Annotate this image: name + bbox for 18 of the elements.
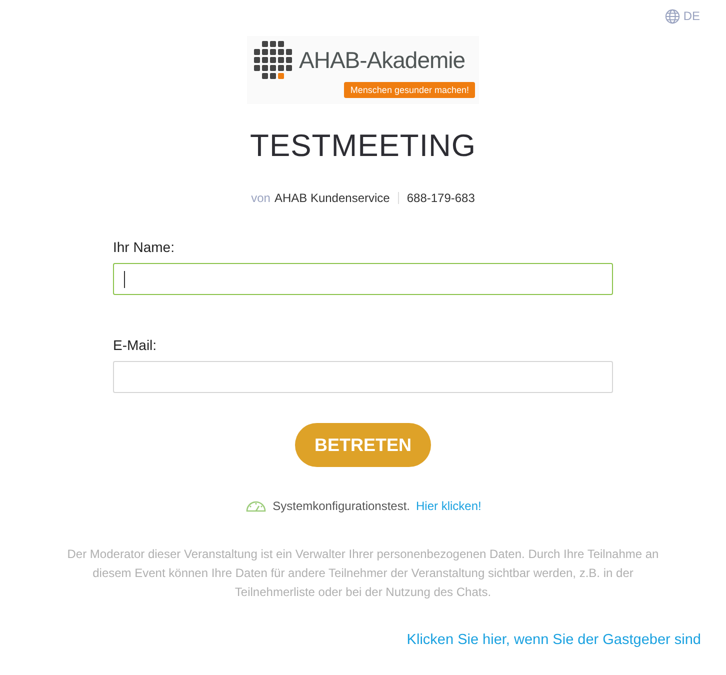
privacy-notice: Der Moderator dieser Veranstaltung ist ein Verwalter Ihrer personenbezogenen Daten. Durch Ihre Teilnahme an diesem Event können Ihre Daten für andere Teilnehmer der Veranstaltung sichtbar werden, z.B. in der Teilnehmerliste oder bei der Nutzung des Chats. <box>66 546 660 601</box>
text-cursor <box>124 270 125 288</box>
organizer-name: AHAB Kundenservice <box>274 191 390 205</box>
meeting-title: TESTMEETING <box>249 128 477 164</box>
field-label: E-Mail: <box>113 337 158 353</box>
globe-icon <box>665 8 680 24</box>
field-label: Ihr Name: <box>113 239 176 255</box>
join-button[interactable]: BETRETEN <box>295 423 431 467</box>
input-field[interactable] <box>113 263 613 295</box>
language-selector[interactable]: DE <box>665 7 700 25</box>
meeting-id: 688-179-683 <box>406 191 475 205</box>
system-test-text: Systemkonfigurationstest. <box>272 498 410 512</box>
system-test-link[interactable]: Hier klicken! <box>416 498 482 512</box>
host-link[interactable]: Klicken Sie hier, wenn Sie der Gastgeber sind <box>406 632 701 648</box>
input-field[interactable] <box>113 361 613 393</box>
organizer-prefix: von <box>251 191 270 205</box>
logo: AHAB-Akademie Menschen gesunder machen! <box>247 36 479 104</box>
globe-grid-icon <box>253 40 293 80</box>
